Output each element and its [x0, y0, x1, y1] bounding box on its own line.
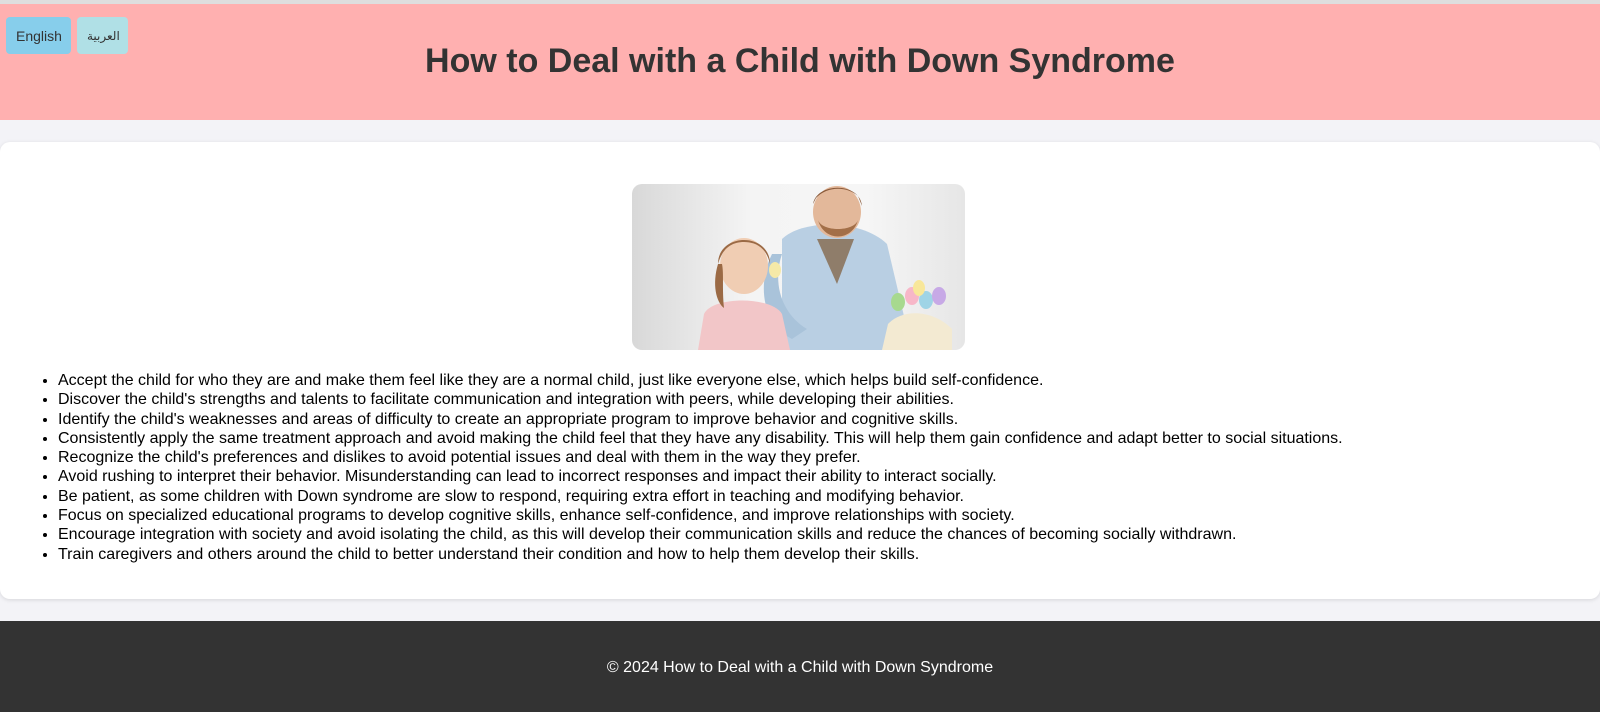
list-item: Train caregivers and others around the c… [58, 545, 1578, 564]
page-footer: © 2024 How to Deal with a Child with Dow… [0, 621, 1600, 712]
list-item: Consistently apply the same treatment ap… [58, 429, 1578, 448]
list-item: Identify the child's weaknesses and area… [58, 410, 1578, 429]
photo-icon [698, 186, 952, 350]
list-item: Avoid rushing to interpret their behavio… [58, 467, 1578, 486]
tips-list: Accept the child for who they are and ma… [58, 371, 1578, 564]
footer-copyright: © 2024 How to Deal with a Child with Dow… [606, 659, 994, 676]
page-title: How to Deal with a Child with Down Syndr… [425, 42, 1175, 80]
list-item: Focus on specialized educational program… [58, 506, 1578, 525]
list-item: Encourage integration with society and a… [58, 525, 1578, 544]
list-item: Accept the child for who they are and ma… [58, 371, 1578, 390]
list-item: Discover the child's strengths and talen… [58, 390, 1578, 409]
list-item: Recognize the child's preferences and di… [58, 448, 1578, 467]
page-header: English العربية How to Deal with a Child… [0, 4, 1600, 120]
list-item: Be patient, as some children with Down s… [58, 487, 1578, 506]
hero-photo [632, 184, 965, 350]
content-card: Accept the child for who they are and ma… [0, 142, 1600, 599]
